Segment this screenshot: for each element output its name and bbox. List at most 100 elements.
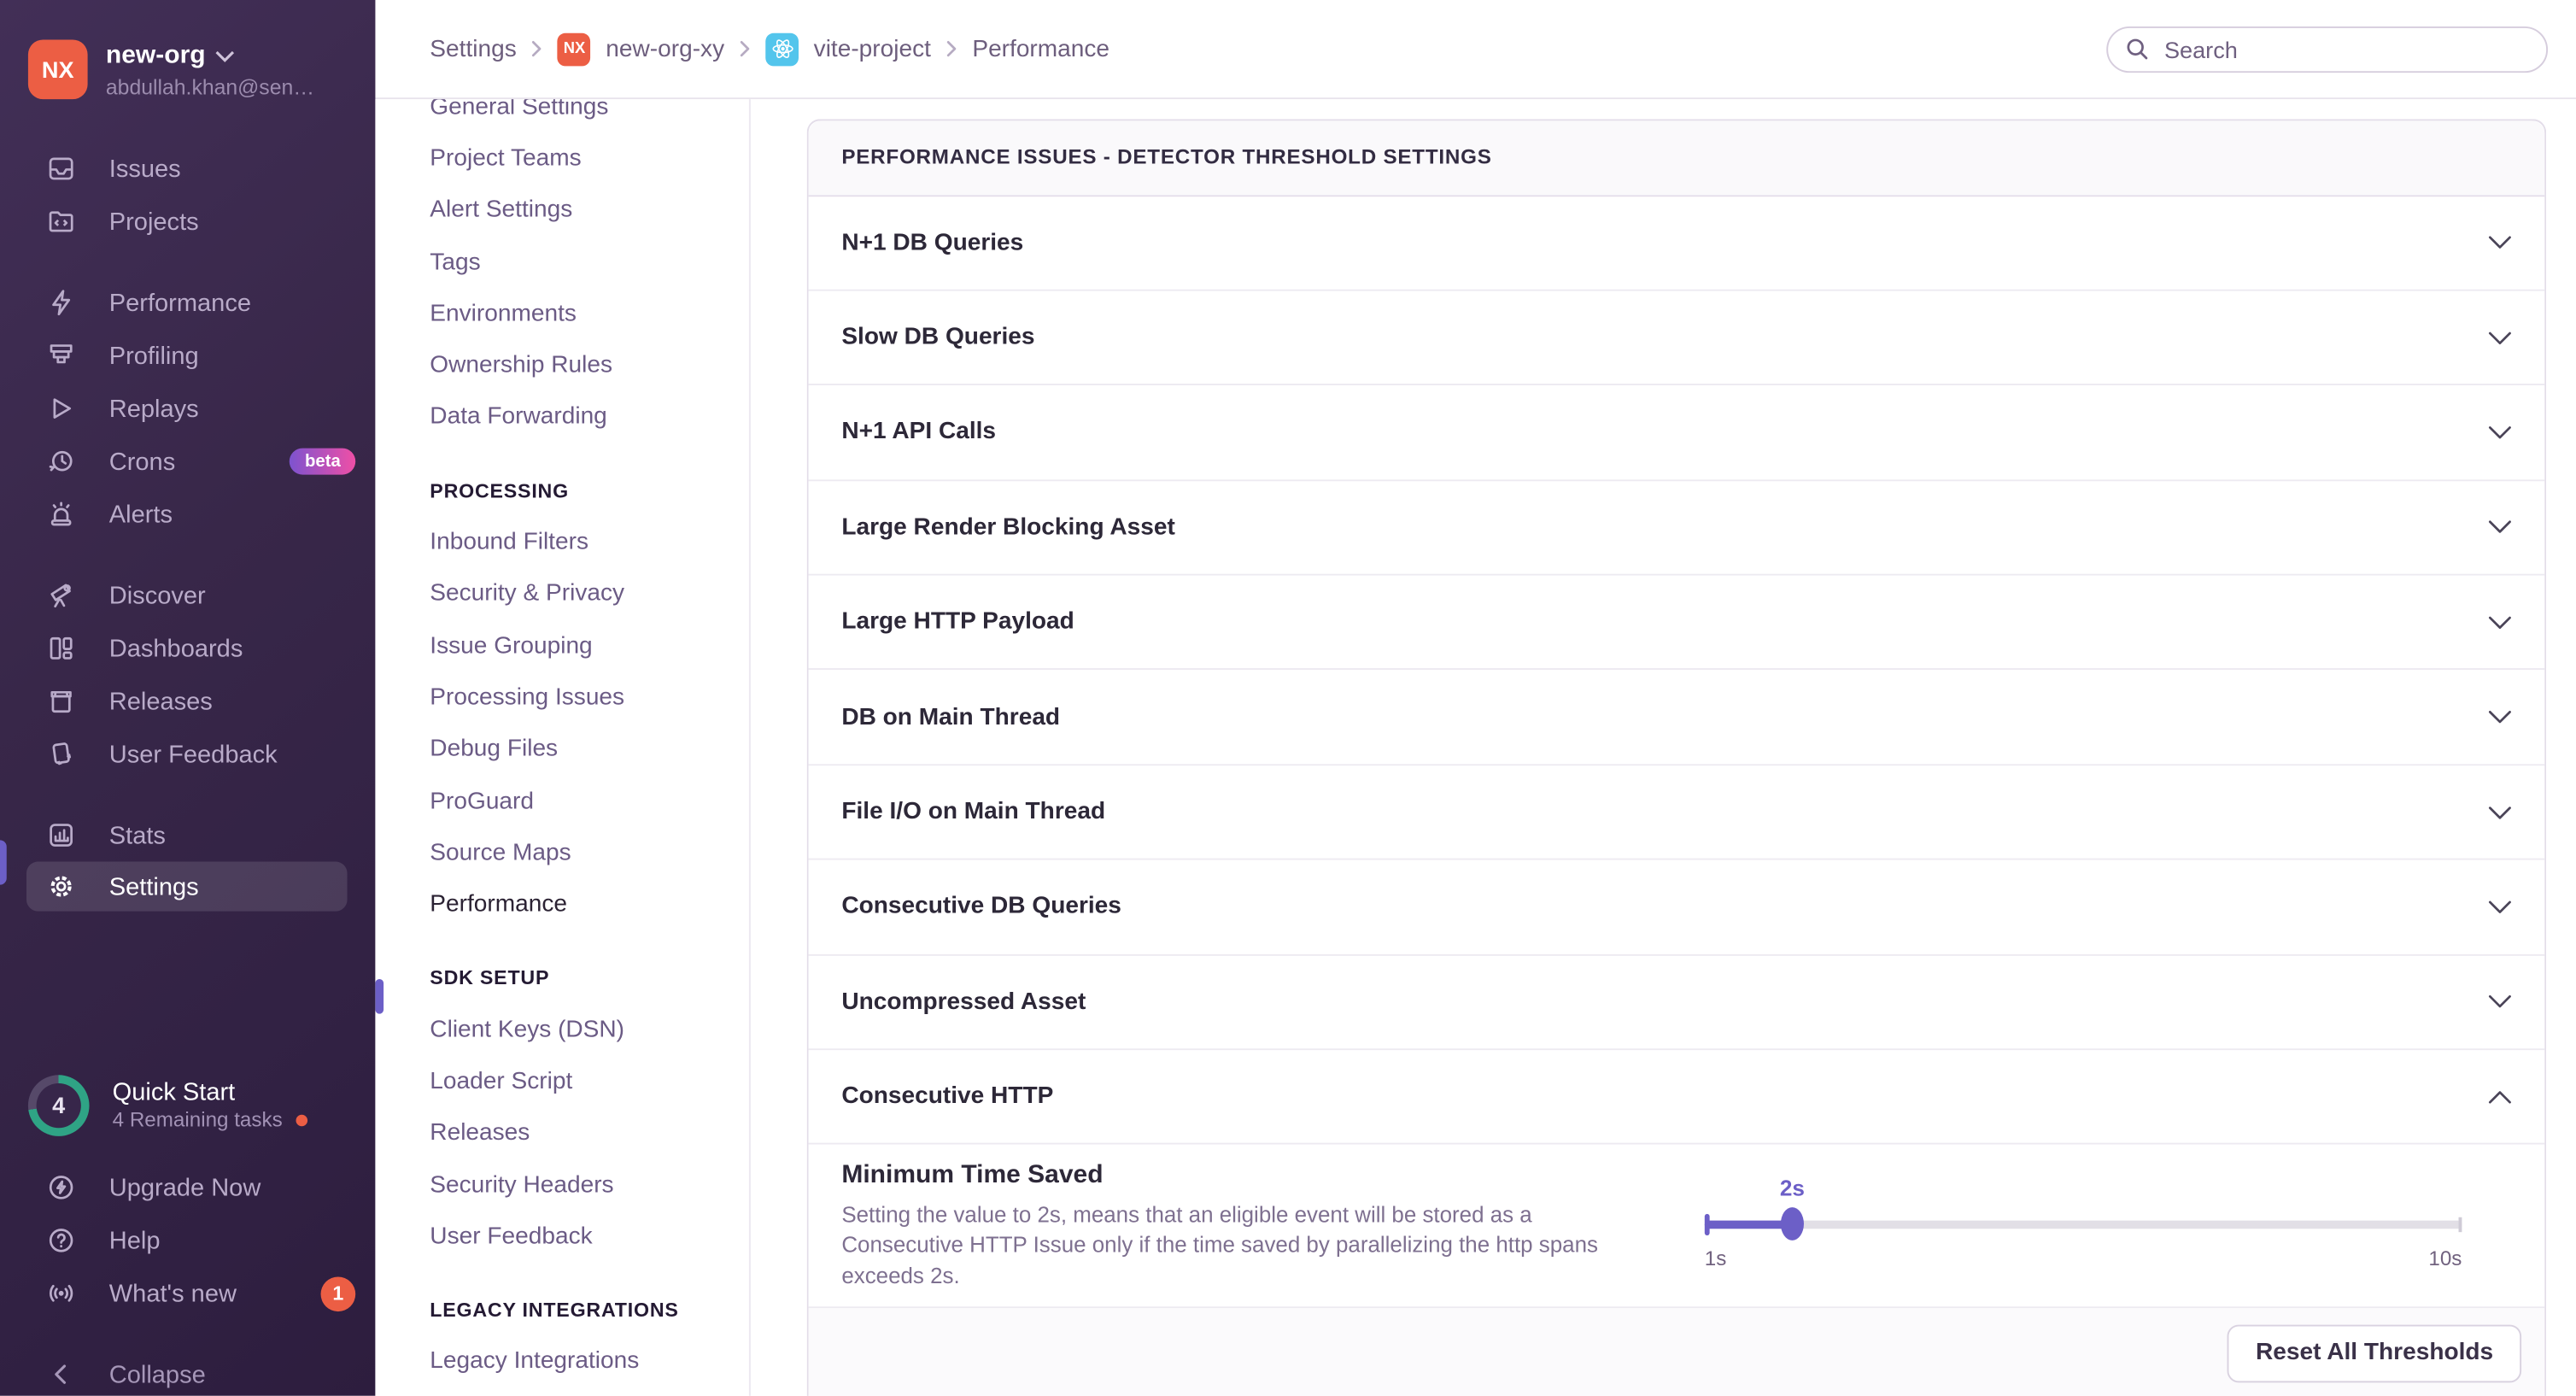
slider-value-label: 2s — [1780, 1176, 1805, 1201]
search-input[interactable] — [2161, 34, 2530, 64]
sidebar-collapse-button[interactable]: Collapse — [0, 1348, 375, 1396]
settings-nav-debug-files[interactable]: Debug Files — [375, 724, 748, 776]
stats-icon — [46, 820, 76, 850]
sidebar-item-performance[interactable]: Performance — [0, 276, 375, 329]
slider-track[interactable] — [1705, 1221, 2462, 1229]
sidebar-item-dashboards[interactable]: Dashboards — [0, 622, 375, 675]
sidebar-item-releases[interactable]: Releases — [0, 675, 375, 728]
org-switcher[interactable]: NX new-org abdullah.khan@sen… — [0, 0, 375, 116]
settings-nav-source-maps[interactable]: Source Maps — [375, 827, 748, 879]
settings-nav-security-privacy[interactable]: Security & Privacy — [375, 568, 748, 620]
settings-nav-issue-grouping[interactable]: Issue Grouping — [375, 620, 748, 672]
settings-nav-legacy-integrations[interactable]: Legacy Integrations — [375, 1336, 748, 1388]
breadcrumb-settings[interactable]: Settings — [430, 36, 516, 62]
detector-row-large-http-payload[interactable]: Large HTTP Payload — [809, 576, 2545, 671]
settings-nav-performance[interactable]: Performance — [375, 879, 748, 931]
chevron-down-icon — [2488, 994, 2511, 1009]
react-project-icon — [766, 32, 799, 66]
help-icon — [46, 1225, 76, 1255]
settings-nav-processing-issues[interactable]: Processing Issues — [375, 672, 748, 724]
settings-nav: General Settings Project Teams Alert Set… — [375, 99, 750, 1396]
projects-icon — [46, 207, 76, 237]
settings-nav-section-sdk-setup: SDK SETUP — [375, 953, 748, 1005]
detector-row-db-on-main-thread[interactable]: DB on Main Thread — [809, 671, 2545, 765]
detector-row-consecutive-http[interactable]: Consecutive HTTP — [809, 1050, 2545, 1145]
settings-nav-client-keys[interactable]: Client Keys (DSN) — [375, 1004, 748, 1056]
breadcrumb-org[interactable]: new-org-xy — [606, 36, 724, 62]
topbar: Settings NX new-org-xy vite-project Perf… — [375, 0, 2576, 99]
org-name: new-org — [106, 40, 206, 70]
play-icon — [46, 394, 76, 424]
settings-nav-tags[interactable]: Tags — [375, 237, 748, 289]
search-box[interactable] — [2106, 26, 2548, 72]
detector-row-uncompressed-asset[interactable]: Uncompressed Asset — [809, 955, 2545, 1050]
broadcast-icon — [46, 1278, 76, 1308]
quick-start[interactable]: 4 Quick Start 4 Remaining tasks — [0, 1060, 375, 1150]
dashboards-icon — [46, 633, 76, 663]
main-sidebar: NX new-org abdullah.khan@sen… Issues Pro… — [0, 0, 375, 1396]
settings-nav-inbound-filters[interactable]: Inbound Filters — [375, 517, 748, 569]
sidebar-item-crons[interactable]: Crons beta — [0, 435, 375, 488]
quick-start-title: Quick Start — [113, 1078, 307, 1106]
panel-footer: Reset All Thresholds — [809, 1309, 2545, 1396]
chevron-up-icon — [2488, 1089, 2511, 1104]
reset-all-thresholds-button[interactable]: Reset All Thresholds — [2228, 1324, 2521, 1382]
detector-row-n1-db-queries[interactable]: N+1 DB Queries — [809, 196, 2545, 290]
slider-min-label: 1s — [1705, 1247, 1727, 1270]
sidebar-item-help[interactable]: Help — [0, 1214, 375, 1267]
gear-icon — [46, 871, 76, 901]
settings-nav-data-forwarding[interactable]: Data Forwarding — [375, 391, 748, 443]
chevron-right-icon — [740, 39, 752, 57]
settings-nav-section-legacy: LEGACY INTEGRATIONS — [375, 1284, 748, 1336]
sidebar-item-alerts[interactable]: Alerts — [0, 488, 375, 541]
minimum-time-saved-row: Minimum Time Saved Setting the value to … — [809, 1145, 2545, 1309]
org-avatar: NX — [28, 39, 88, 99]
chevron-down-icon — [2488, 805, 2511, 819]
slider-handle[interactable] — [1781, 1208, 1804, 1241]
sidebar-item-projects[interactable]: Projects — [0, 195, 375, 248]
settings-nav-general-settings[interactable]: General Settings — [375, 99, 748, 132]
sidebar-item-replays[interactable]: Replays — [0, 382, 375, 435]
slider-min-tick — [1705, 1215, 1710, 1235]
breadcrumb-performance[interactable]: Performance — [972, 36, 1109, 62]
settings-nav-security-headers[interactable]: Security Headers — [375, 1159, 748, 1211]
main-area: Settings NX new-org-xy vite-project Perf… — [375, 0, 2576, 1396]
sidebar-item-upgrade-now[interactable]: Upgrade Now — [0, 1161, 375, 1214]
sidebar-item-settings[interactable]: Settings — [26, 862, 348, 912]
settings-nav-loader-script[interactable]: Loader Script — [375, 1056, 748, 1108]
sidebar-item-issues[interactable]: Issues — [0, 142, 375, 195]
settings-nav-alert-settings[interactable]: Alert Settings — [375, 185, 748, 237]
profiling-icon — [46, 341, 76, 371]
panel-title: PERFORMANCE ISSUES - DETECTOR THRESHOLD … — [809, 120, 2545, 196]
settings-nav-ownership-rules[interactable]: Ownership Rules — [375, 340, 748, 392]
settings-nav-releases[interactable]: Releases — [375, 1107, 748, 1159]
settings-nav-section-processing: PROCESSING — [375, 465, 748, 517]
detector-row-n1-api-calls[interactable]: N+1 API Calls — [809, 386, 2545, 481]
content-area: PERFORMANCE ISSUES - DETECTOR THRESHOLD … — [751, 99, 2576, 1396]
chevron-down-icon — [2488, 615, 2511, 630]
sidebar-item-profiling[interactable]: Profiling — [0, 329, 375, 382]
lightning-icon — [46, 288, 76, 318]
settings-nav-user-feedback[interactable]: User Feedback — [375, 1211, 748, 1263]
issues-icon — [46, 154, 76, 184]
detector-row-slow-db-queries[interactable]: Slow DB Queries — [809, 290, 2545, 385]
beta-badge: beta — [290, 449, 356, 475]
app-window: NX new-org abdullah.khan@sen… Issues Pro… — [0, 0, 2576, 1396]
sidebar-item-discover[interactable]: Discover — [0, 569, 375, 622]
breadcrumb-project[interactable]: vite-project — [814, 36, 931, 62]
sidebar-item-stats[interactable]: Stats — [0, 809, 375, 862]
detector-row-consecutive-db-queries[interactable]: Consecutive DB Queries — [809, 860, 2545, 955]
whats-new-badge: 1 — [321, 1276, 356, 1311]
time-saved-slider[interactable]: 2s 1s 10s — [1705, 1173, 2462, 1279]
detector-row-large-render-blocking-asset[interactable]: Large Render Blocking Asset — [809, 481, 2545, 576]
settings-nav-project-teams[interactable]: Project Teams — [375, 132, 748, 185]
sidebar-item-whats-new[interactable]: What's new 1 — [0, 1267, 375, 1320]
settings-nav-environments[interactable]: Environments — [375, 288, 748, 340]
quick-start-subtitle: 4 Remaining tasks — [113, 1108, 283, 1131]
chevron-right-icon — [946, 39, 957, 57]
sidebar-item-user-feedback[interactable]: User Feedback — [0, 728, 375, 781]
slider-max-tick — [2459, 1217, 2462, 1233]
slider-fill — [1705, 1221, 1793, 1229]
detector-row-file-io-on-main-thread[interactable]: File I/O on Main Thread — [809, 765, 2545, 860]
settings-nav-proguard[interactable]: ProGuard — [375, 776, 748, 828]
